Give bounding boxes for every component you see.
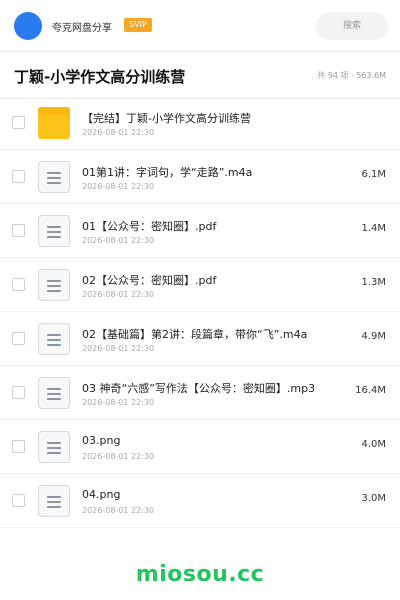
list-item[interactable]: 03 神奇“六感”写作法【公众号：密知圈】.mp3 2026-08-01 22:… [0,366,400,420]
row-checkbox[interactable] [12,224,25,237]
search-button[interactable]: 搜索 [316,12,388,40]
file-name: 【完结】丁颖-小学作文高分训练营 [82,112,251,125]
file-size: 16.4M [355,385,386,396]
file-name: 02【基础篇】第2讲：段篇章，带你“飞”.m4a [82,328,308,341]
document-icon [38,485,70,517]
file-name: 02【公众号：密知圈】.pdf [82,274,217,287]
file-date: 2026-08-01 22:30 [82,344,155,353]
sharer-name: 夸克网盘分享 [52,23,112,34]
file-date: 2026-08-01 22:30 [82,398,155,407]
list-item[interactable]: 02【公众号：密知圈】.pdf 2026-08-01 22:30 1.3M [0,258,400,312]
document-icon [38,377,70,409]
document-icon [38,215,70,247]
file-date: 2026-08-01 22:30 [82,128,155,137]
file-size: 6.1M [361,169,386,180]
folder-icon [38,107,70,139]
file-name: 03 神奇“六感”写作法【公众号：密知圈】.mp3 [82,382,316,395]
row-checkbox[interactable] [12,440,25,453]
row-checkbox[interactable] [12,494,25,507]
list-item[interactable]: 01第1讲：字词句，学“走路”.m4a 2026-08-01 22:30 6.1… [0,150,400,204]
file-date: 2026-08-01 22:30 [82,236,155,245]
file-list: 【完结】丁颖-小学作文高分训练营 2026-08-01 22:30 01第1讲：… [0,96,400,528]
file-date: 2026-08-01 22:30 [82,452,155,461]
watermark: miosou.cc [135,562,265,587]
file-name: 01第1讲：字词句，学“走路”.m4a [82,166,253,179]
file-name: 01【公众号：密知圈】.pdf [82,220,217,233]
avatar[interactable] [14,12,42,40]
list-item[interactable]: 04.png 2026-08-01 22:30 3.0M [0,474,400,528]
file-size: 1.3M [361,277,386,288]
row-checkbox[interactable] [12,278,25,291]
svip-badge: SVIP [124,18,152,32]
list-item[interactable]: 02【基础篇】第2讲：段篇章，带你“飞”.m4a 2026-08-01 22:3… [0,312,400,366]
list-item[interactable]: 03.png 2026-08-01 22:30 4.0M [0,420,400,474]
file-name: 03.png [82,434,121,447]
row-checkbox[interactable] [12,386,25,399]
file-size: 4.0M [361,439,386,450]
document-icon [38,323,70,355]
file-size: 3.0M [361,493,386,504]
file-size: 1.4M [361,223,386,234]
file-name: 04.png [82,488,121,501]
document-icon [38,431,70,463]
row-checkbox[interactable] [12,116,25,129]
list-item[interactable]: 01【公众号：密知圈】.pdf 2026-08-01 22:30 1.4M [0,204,400,258]
folder-meta: 共 94 项 · 563.6M [317,71,386,80]
file-date: 2026-08-01 22:30 [82,290,155,299]
file-date: 2026-08-01 22:30 [82,506,155,515]
document-icon [38,161,70,193]
folder-header: 丁颖-小学作文高分训练营 共 94 项 · 563.6M [0,53,400,99]
list-item[interactable]: 【完结】丁颖-小学作文高分训练营 2026-08-01 22:30 [0,96,400,150]
document-icon [38,269,70,301]
page-title: 丁颖-小学作文高分训练营 [14,68,186,86]
file-date: 2026-08-01 22:30 [82,182,155,191]
top-bar: 夸克网盘分享 SVIP 搜索 [0,0,400,52]
row-checkbox[interactable] [12,170,25,183]
row-checkbox[interactable] [12,332,25,345]
file-size: 4.9M [361,331,386,342]
